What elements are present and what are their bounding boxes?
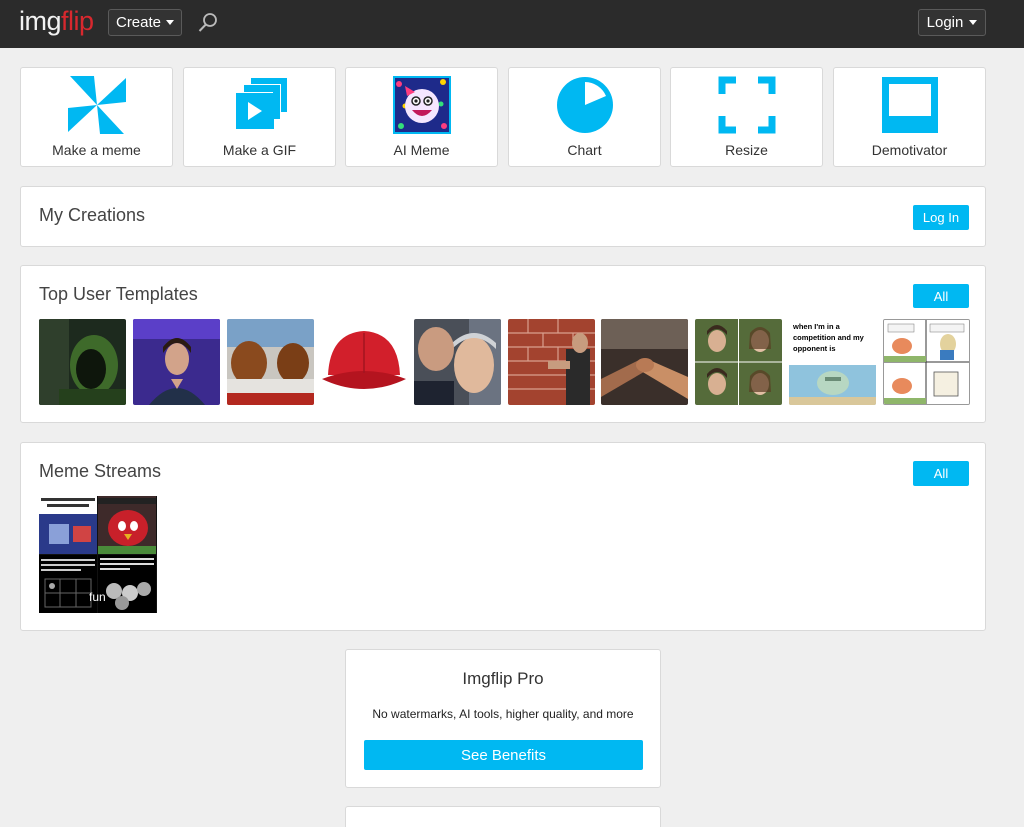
tile-label: Resize bbox=[725, 142, 768, 158]
tile-label: Chart bbox=[567, 142, 602, 158]
template-caption: when I'm in a competition and my opponen… bbox=[793, 322, 864, 353]
tile-label: Demotivator bbox=[871, 142, 948, 158]
template-thumbnail[interactable] bbox=[883, 319, 970, 405]
create-label: Create bbox=[115, 14, 162, 31]
see-benefits-button[interactable]: See Benefits bbox=[364, 740, 643, 770]
resize-tile[interactable]: Resize bbox=[670, 67, 823, 167]
stream-preview-1 bbox=[39, 496, 97, 554]
gif-stack-icon bbox=[235, 78, 287, 129]
template-thumbnail[interactable] bbox=[508, 319, 595, 405]
stream-preview-4 bbox=[98, 555, 156, 613]
login-dropdown-button[interactable]: Login bbox=[918, 9, 986, 36]
pro-description: No watermarks, AI tools, higher quality,… bbox=[372, 707, 634, 721]
imgflip-logo[interactable]: imgflip bbox=[19, 6, 94, 37]
ai-face-icon bbox=[392, 76, 451, 134]
pie-chart-icon bbox=[556, 77, 613, 133]
next-card-partial bbox=[345, 806, 661, 827]
stream-preview-2 bbox=[98, 496, 156, 554]
pinwheel-icon bbox=[67, 76, 126, 134]
template-thumbnail[interactable] bbox=[320, 319, 407, 405]
template-thumbnail[interactable] bbox=[695, 319, 782, 405]
top-templates-panel: Top User Templates All when I'm in a com… bbox=[20, 265, 986, 423]
meme-streams-panel: Meme Streams All fun bbox=[20, 442, 986, 631]
chart-tile[interactable]: Chart bbox=[508, 67, 661, 167]
my-creations-title: My Creations bbox=[39, 205, 146, 225]
search-icon[interactable] bbox=[197, 12, 219, 34]
make-meme-tile[interactable]: Make a meme bbox=[20, 67, 173, 167]
create-dropdown-button[interactable]: Create bbox=[108, 9, 182, 36]
stream-fun-thumbnail[interactable]: fun bbox=[39, 496, 157, 613]
template-thumbnail[interactable] bbox=[601, 319, 688, 405]
tile-label: Make a GIF bbox=[222, 142, 297, 158]
imgflip-pro-card: Imgflip Pro No watermarks, AI tools, hig… bbox=[345, 649, 661, 788]
chevron-down-icon bbox=[166, 20, 175, 25]
ai-meme-tile[interactable]: AI Meme bbox=[345, 67, 498, 167]
tile-label: AI Meme bbox=[393, 142, 450, 158]
template-thumbnail[interactable] bbox=[133, 319, 220, 405]
stream-preview-3 bbox=[39, 555, 97, 613]
make-gif-tile[interactable]: Make a GIF bbox=[183, 67, 336, 167]
demotivator-tile[interactable]: Demotivator bbox=[833, 67, 986, 167]
resize-corners-icon bbox=[718, 76, 775, 134]
login-label: Login bbox=[926, 14, 964, 31]
pro-title: Imgflip Pro bbox=[462, 669, 544, 688]
template-thumbnail[interactable] bbox=[227, 319, 314, 405]
template-thumbnail[interactable] bbox=[414, 319, 501, 405]
stream-label: fun bbox=[89, 590, 106, 604]
my-creations-panel: My Creations Log In bbox=[20, 186, 986, 247]
tile-label: Make a meme bbox=[52, 142, 141, 158]
frame-icon bbox=[881, 77, 938, 133]
templates-all-button[interactable]: All bbox=[913, 284, 969, 308]
chevron-down-icon bbox=[969, 20, 978, 25]
streams-all-button[interactable]: All bbox=[913, 461, 969, 486]
top-templates-title: Top User Templates bbox=[39, 284, 198, 304]
top-nav-bar: imgflip Create Login bbox=[0, 0, 1024, 48]
log-in-button[interactable]: Log In bbox=[913, 205, 969, 230]
logo-img-text: img bbox=[19, 6, 62, 36]
template-thumbnail[interactable]: when I'm in a competition and my opponen… bbox=[789, 319, 876, 405]
template-thumbnail[interactable] bbox=[39, 319, 126, 405]
logo-flip-text: flip bbox=[61, 6, 94, 36]
meme-streams-title: Meme Streams bbox=[39, 461, 162, 481]
